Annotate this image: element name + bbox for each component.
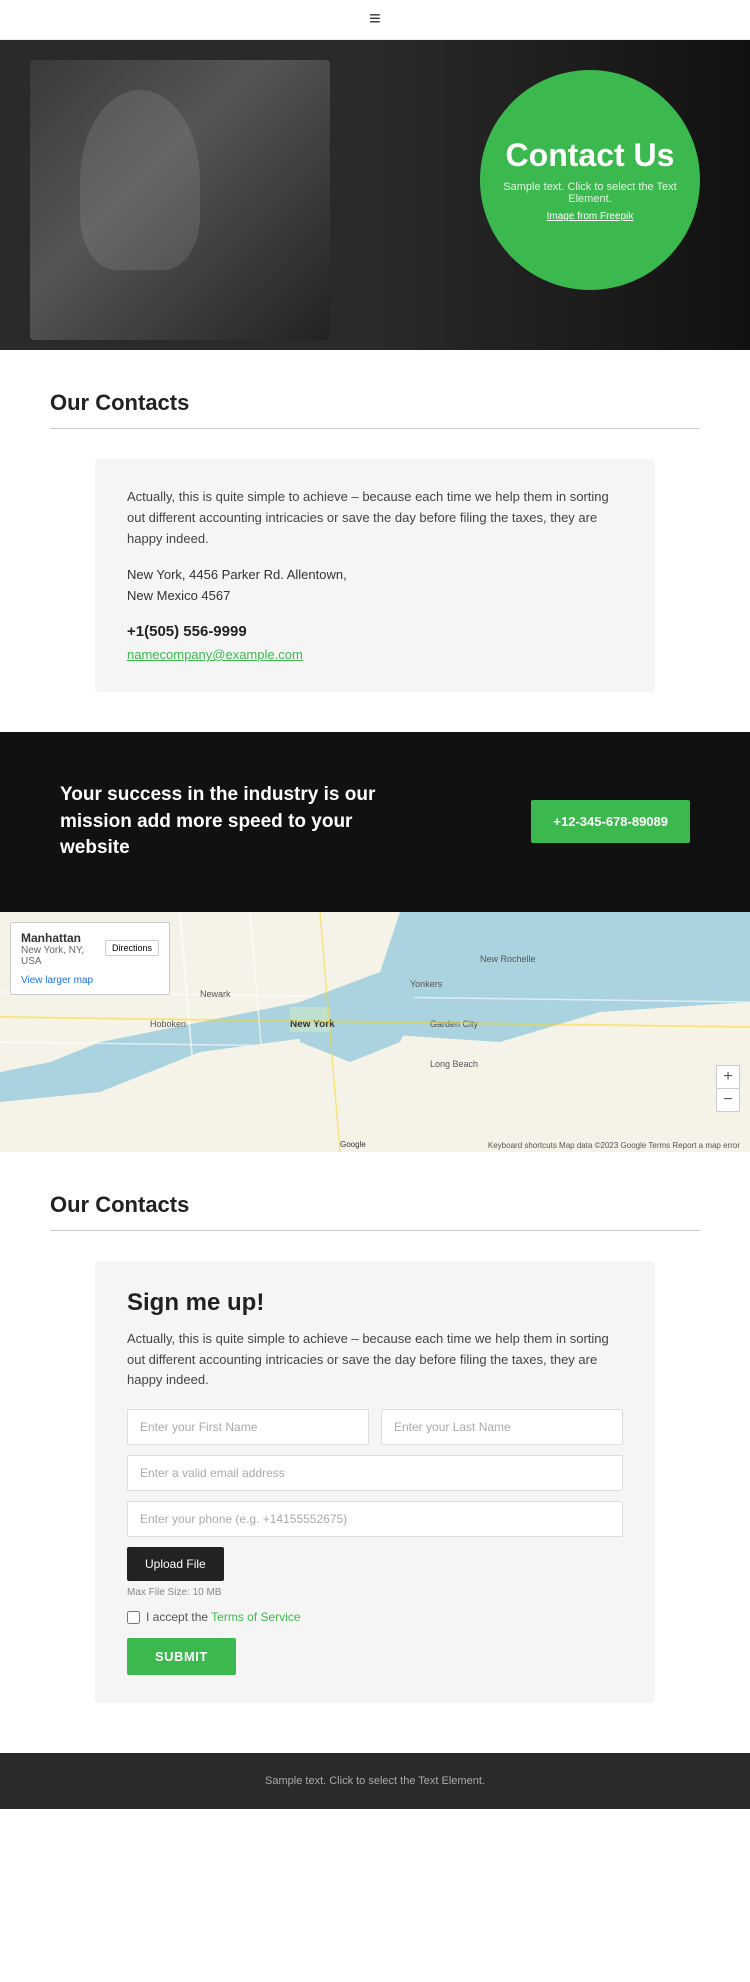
footer-text: Sample text. Click to select the Text El… — [22, 1775, 728, 1787]
last-name-input[interactable] — [381, 1409, 623, 1445]
hero-section: Contact Us Sample text. Click to select … — [0, 40, 750, 350]
signup-description: Actually, this is quite simple to achiev… — [127, 1329, 623, 1391]
navigation: ≡ — [0, 0, 750, 40]
first-name-input[interactable] — [127, 1409, 369, 1445]
footer: Sample text. Click to select the Text El… — [0, 1753, 750, 1809]
file-size-note: Max File Size: 10 MB — [127, 1587, 623, 1598]
map-zoom-out-button[interactable]: − — [717, 1089, 739, 1111]
hero-title: Contact Us — [506, 138, 675, 173]
upload-file-button[interactable]: Upload File — [127, 1547, 224, 1581]
section-title-2: Our Contacts — [50, 1192, 700, 1218]
banner-text: Your success in the industry is our miss… — [60, 782, 400, 862]
hero-image — [30, 60, 330, 340]
signup-title: Sign me up! — [127, 1289, 623, 1317]
contact-card: Actually, this is quite simple to achiev… — [95, 459, 655, 692]
map-info-panel: Manhattan New York, NY, USA Directions V… — [10, 922, 170, 995]
contact-address: New York, 4456 Parker Rd. Allentown, New… — [127, 565, 623, 607]
tos-link[interactable]: Terms of Service — [211, 1610, 300, 1624]
contact-description: Actually, this is quite simple to achiev… — [127, 487, 623, 549]
submit-button[interactable]: SUBMIT — [127, 1638, 236, 1675]
svg-text:Hoboken: Hoboken — [150, 1019, 186, 1029]
contact-email[interactable]: namecompany@example.com — [127, 647, 303, 662]
tos-row: I accept the Terms of Service — [127, 1610, 623, 1624]
hero-subtitle: Sample text. Click to select the Text El… — [500, 181, 680, 205]
map-location-name: Manhattan — [21, 931, 81, 945]
banner-phone-button[interactable]: +12-345-678-89089 — [531, 800, 690, 843]
phone-input[interactable] — [127, 1501, 623, 1537]
svg-text:Long Beach: Long Beach — [430, 1059, 478, 1069]
map-container: Newark New York Yonkers Parsippany Garde… — [0, 912, 750, 1152]
section-title-1: Our Contacts — [50, 390, 700, 416]
map-zoom-controls: + − — [716, 1065, 740, 1112]
dark-banner: Your success in the industry is our miss… — [0, 732, 750, 912]
svg-text:Google: Google — [340, 1140, 366, 1149]
hero-circle: Contact Us Sample text. Click to select … — [480, 70, 700, 290]
map-location-sub: New York, NY, USA — [21, 945, 105, 967]
hero-image-credit[interactable]: Image from Freepik — [547, 211, 634, 222]
divider-1 — [50, 428, 700, 429]
name-row — [127, 1409, 623, 1445]
tos-checkbox[interactable] — [127, 1611, 140, 1624]
map-larger-link[interactable]: View larger map — [21, 975, 159, 986]
contact-phone: +1(505) 556-9999 — [127, 623, 623, 640]
tos-label: I accept the Terms of Service — [146, 1610, 301, 1624]
map-footer: Keyboard shortcuts Map data ©2023 Google… — [488, 1141, 740, 1150]
phone-row — [127, 1501, 623, 1537]
map-directions-button[interactable]: Directions — [105, 940, 159, 956]
svg-text:New Rochelle: New Rochelle — [480, 954, 536, 964]
map-zoom-in-button[interactable]: + — [717, 1066, 739, 1089]
contacts-section-1: Our Contacts Actually, this is quite sim… — [0, 350, 750, 712]
email-row — [127, 1455, 623, 1491]
email-input[interactable] — [127, 1455, 623, 1491]
hamburger-icon[interactable]: ≡ — [369, 8, 381, 31]
divider-2 — [50, 1230, 700, 1231]
svg-text:Newark: Newark — [200, 989, 231, 999]
svg-text:Yonkers: Yonkers — [410, 979, 443, 989]
signup-card: Sign me up! Actually, this is quite simp… — [95, 1261, 655, 1703]
contacts-section-2: Our Contacts Sign me up! Actually, this … — [0, 1152, 750, 1723]
